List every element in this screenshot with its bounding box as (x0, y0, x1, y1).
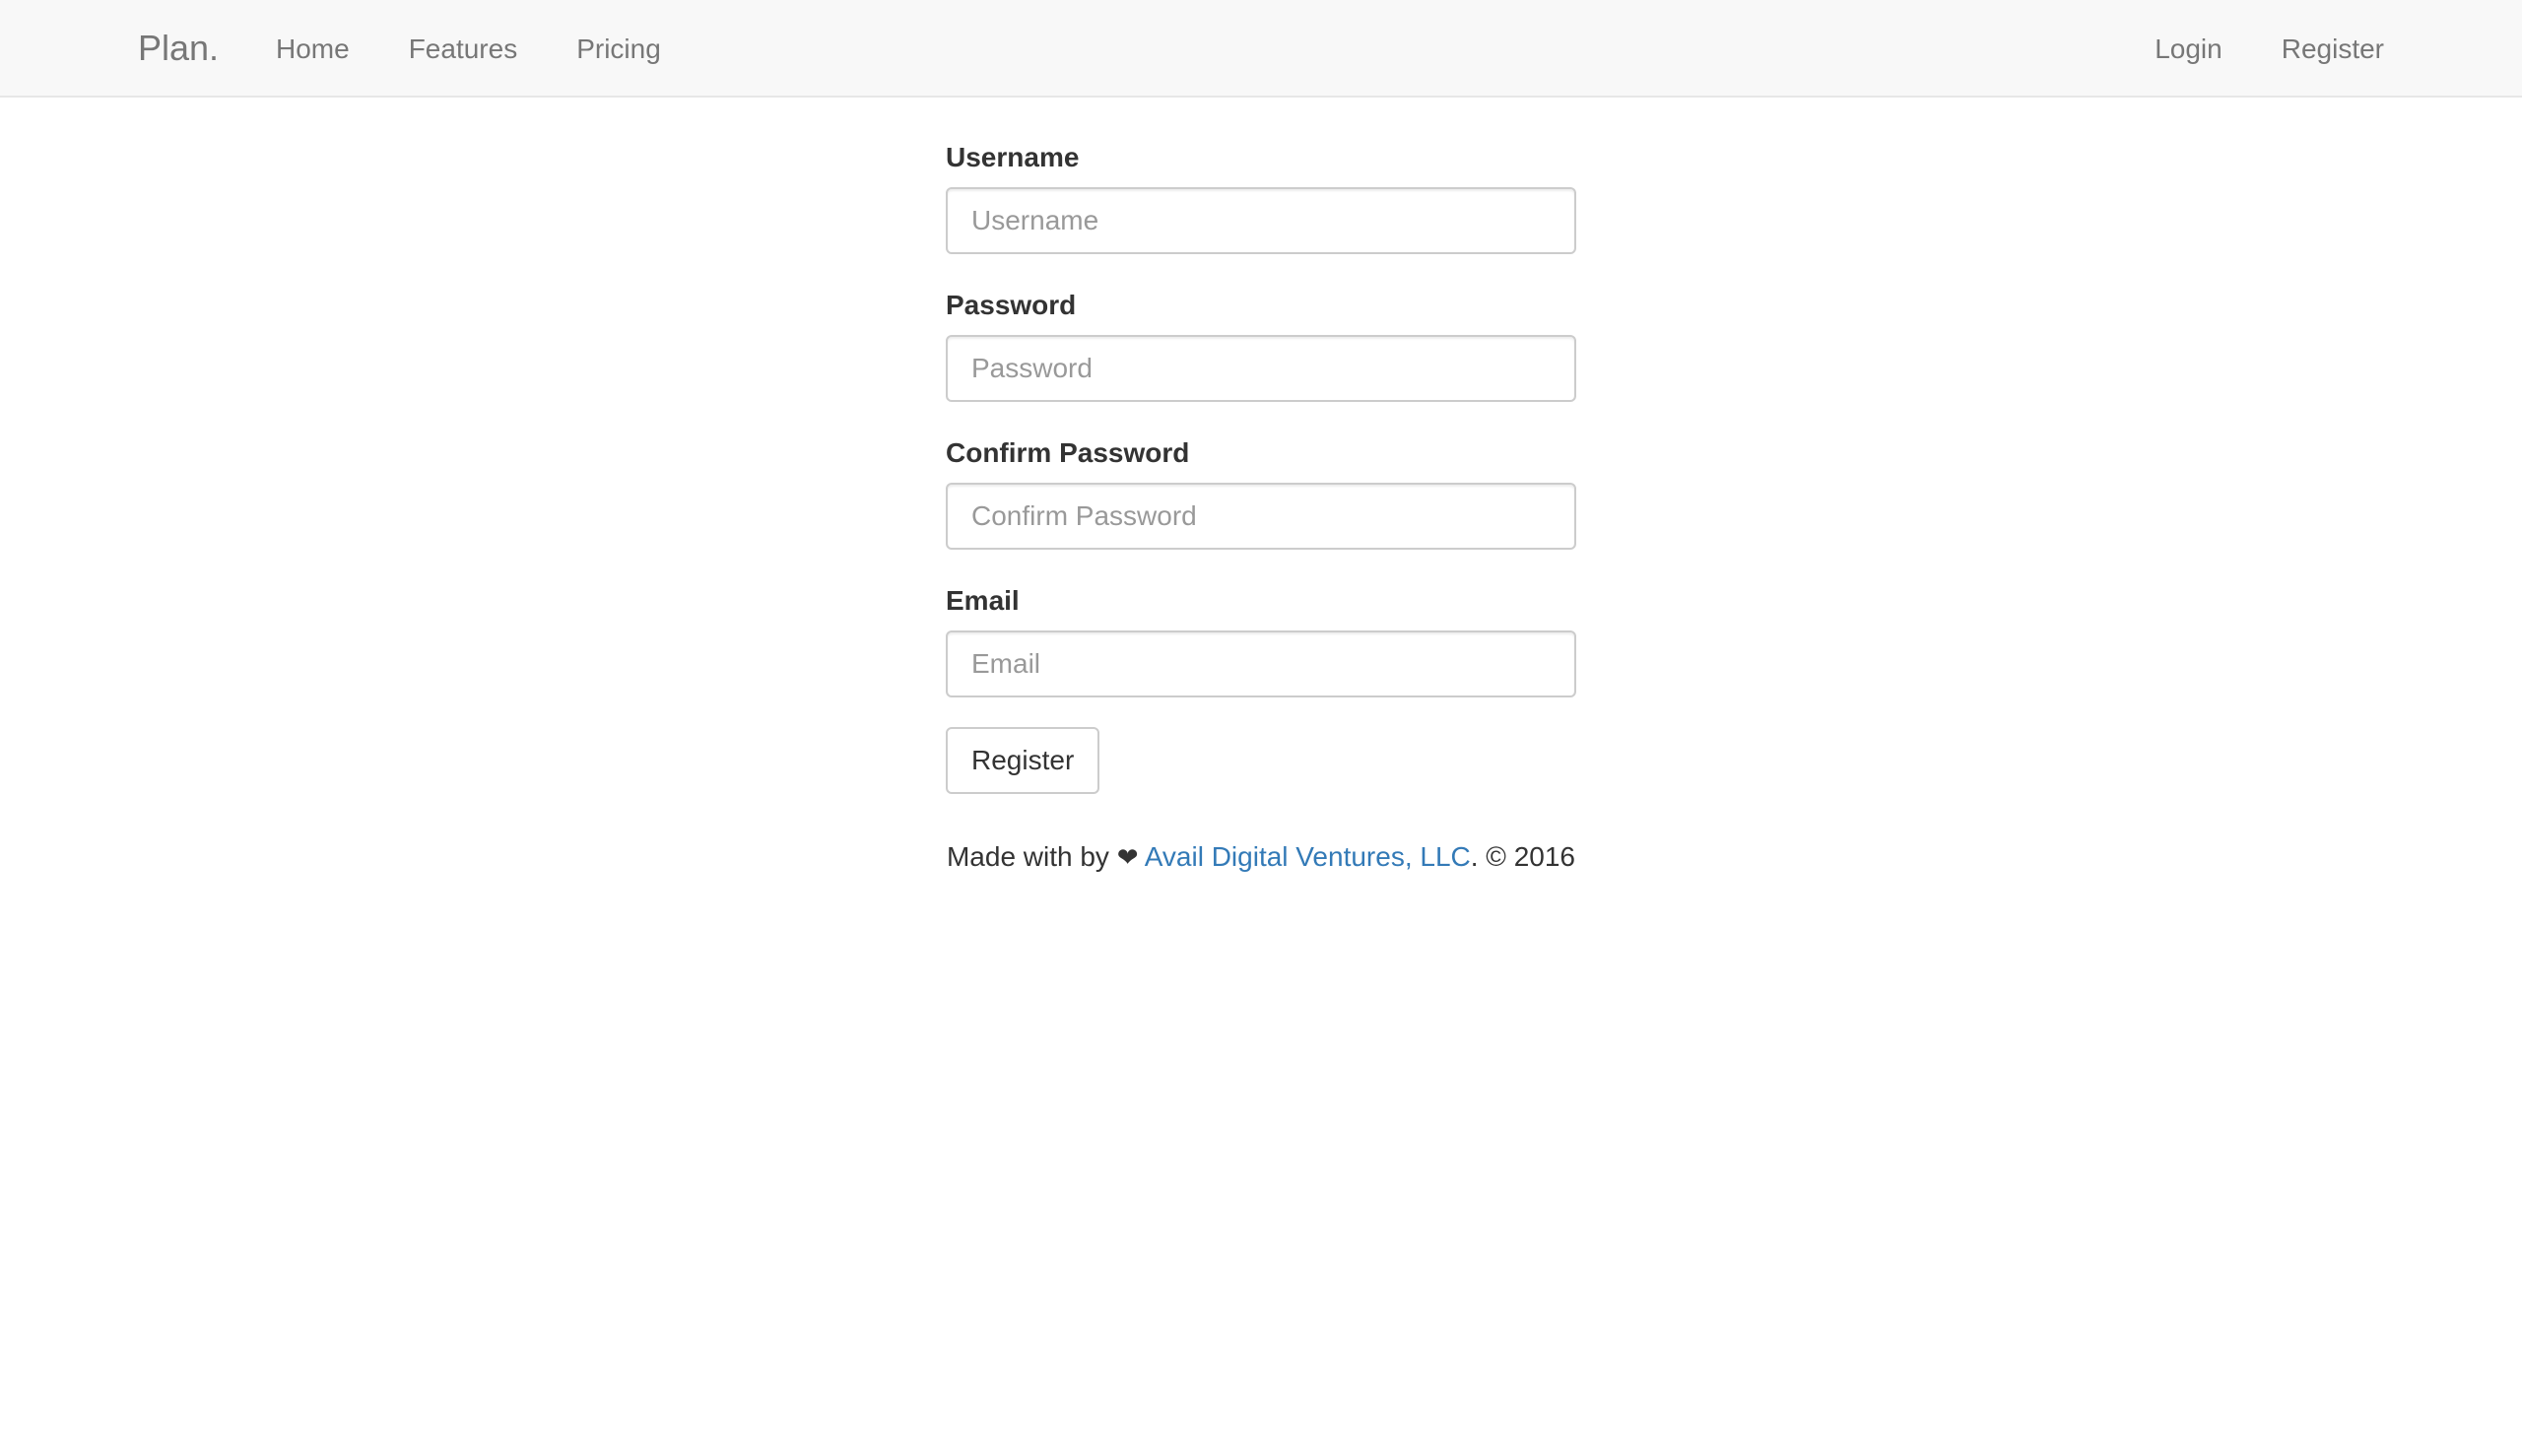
username-label: Username (946, 142, 1080, 172)
password-group: Password (946, 286, 1576, 402)
confirm-password-label: Confirm Password (946, 437, 1190, 468)
username-group: Username (946, 138, 1576, 254)
email-label: Email (946, 585, 1020, 616)
footer-copyright: . © 2016 (1470, 841, 1576, 872)
password-input[interactable] (946, 335, 1576, 402)
nav-link-register[interactable]: Register (2282, 30, 2384, 69)
email-input[interactable] (946, 630, 1576, 697)
nav-left-links: Home Features Pricing (276, 0, 720, 98)
nav-link-features[interactable]: Features (409, 30, 518, 69)
top-navbar: Plan. Home Features Pricing Login Regist… (0, 0, 2522, 98)
heart-icon: ❤ (1116, 842, 1139, 872)
nav-link-pricing[interactable]: Pricing (576, 30, 661, 69)
confirm-password-input[interactable] (946, 483, 1576, 550)
password-label: Password (946, 290, 1077, 320)
nav-right-links: Login Register (2095, 0, 2384, 98)
username-input[interactable] (946, 187, 1576, 254)
register-form: Username Password Confirm Password Email… (946, 138, 1576, 794)
brand-logo-link[interactable]: Plan. (138, 26, 219, 71)
confirm-password-group: Confirm Password (946, 433, 1576, 550)
email-group: Email (946, 581, 1576, 697)
footer: Made with by ❤ Avail Digital Ventures, L… (0, 835, 2522, 879)
footer-company-link[interactable]: Avail Digital Ventures, LLC (1145, 841, 1471, 872)
register-button[interactable]: Register (946, 727, 1100, 794)
footer-prefix: Made with by (946, 841, 1109, 872)
nav-link-home[interactable]: Home (276, 30, 350, 69)
nav-link-login[interactable]: Login (2155, 30, 2223, 69)
